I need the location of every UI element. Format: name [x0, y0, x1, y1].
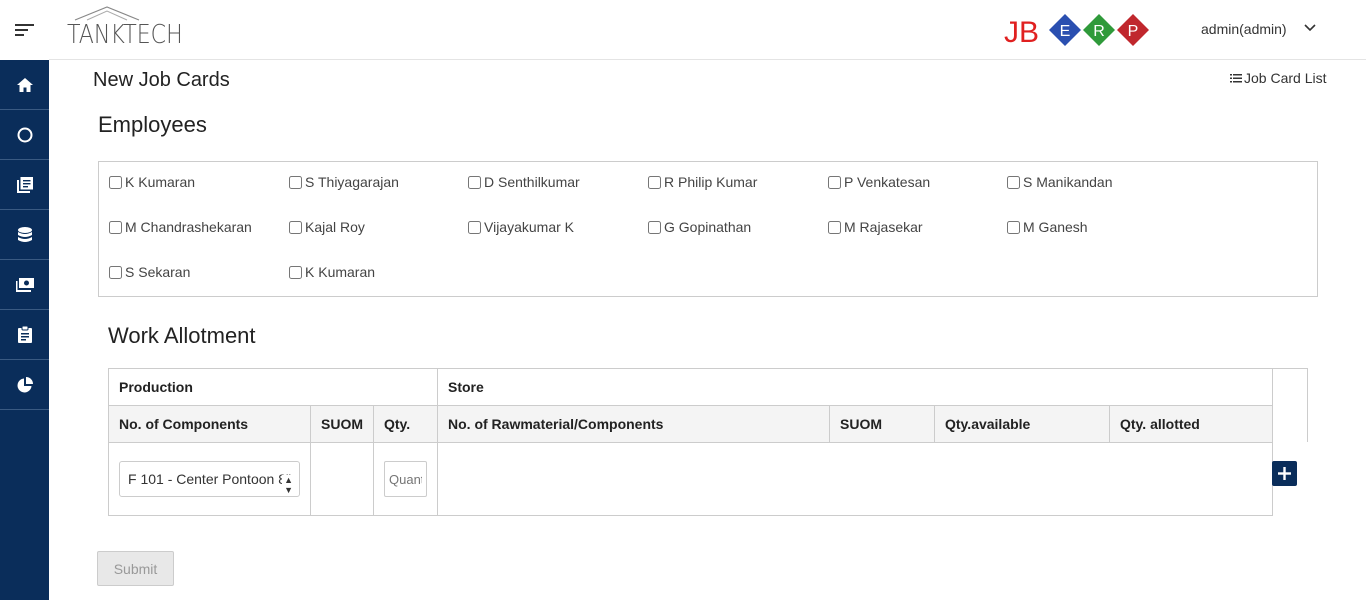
- book-icon: [16, 176, 33, 193]
- checkbox[interactable]: [109, 220, 122, 234]
- job-card-list-label: Job Card List: [1244, 70, 1327, 86]
- sidebar-item-books[interactable]: [0, 160, 49, 210]
- employee-checkbox[interactable]: S Thiyagarajan: [289, 174, 399, 190]
- work-allotment-table: Production Store No. of Components SUOM …: [108, 368, 1273, 516]
- home-icon: [16, 77, 33, 92]
- user-menu[interactable]: admin(admin): [1201, 21, 1287, 37]
- checkbox[interactable]: [648, 220, 661, 234]
- employees-title: Employees: [98, 112, 207, 137]
- employee-checkbox[interactable]: R Philip Kumar: [648, 174, 757, 190]
- checkbox[interactable]: [828, 220, 841, 234]
- employee-checkbox[interactable]: D Senthilkumar: [468, 174, 580, 190]
- sidebar-item-database[interactable]: [0, 210, 49, 260]
- database-icon: [17, 226, 32, 242]
- checkbox[interactable]: [468, 175, 481, 189]
- clipboard-icon: [17, 326, 32, 343]
- checkbox[interactable]: [289, 265, 302, 279]
- checkbox[interactable]: [648, 175, 661, 189]
- sidebar: [0, 0, 49, 600]
- gem-p: P: [1117, 14, 1149, 46]
- employee-checkbox[interactable]: M Rajasekar: [828, 219, 923, 235]
- menu-toggle-button[interactable]: [0, 0, 49, 60]
- plus-icon: [1278, 467, 1291, 480]
- gem-e: E: [1049, 14, 1081, 46]
- gem-r: R: [1083, 14, 1115, 46]
- sidebar-item-clipboard[interactable]: [0, 310, 49, 360]
- top-bar: TANKTECH JB E R P admin(admin): [49, 0, 1366, 60]
- component-cell: F 101 - Center Pontoon 8" ▲ ▼: [108, 442, 311, 516]
- employee-checkbox[interactable]: Kajal Roy: [289, 219, 365, 235]
- suom-cell: [310, 442, 374, 516]
- pie-chart-icon: [17, 376, 33, 392]
- table-row: F 101 - Center Pontoon 8" ▲ ▼: [108, 442, 1273, 516]
- employee-checkbox[interactable]: S Sekaran: [109, 264, 190, 280]
- table-extra-column: [1273, 368, 1308, 442]
- work-allotment-title: Work Allotment: [108, 323, 256, 348]
- sidebar-item-reports[interactable]: [0, 360, 49, 410]
- col-qty-available: Qty.available: [934, 405, 1110, 443]
- employee-checkbox[interactable]: P Venkatesan: [828, 174, 930, 190]
- chevron-down-icon[interactable]: [1304, 24, 1316, 32]
- page-title: New Job Cards: [93, 69, 230, 91]
- component-select[interactable]: F 101 - Center Pontoon 8" ▲ ▼: [119, 461, 300, 497]
- list-icon: [1230, 74, 1242, 83]
- employee-checkbox[interactable]: M Chandrashekaran: [109, 219, 252, 235]
- col-rawmaterial: No. of Rawmaterial/Components: [437, 405, 830, 443]
- hamburger-icon: [14, 24, 34, 36]
- jb-text: JB: [1004, 16, 1040, 49]
- checkbox[interactable]: [109, 175, 122, 189]
- checkbox[interactable]: [289, 175, 302, 189]
- employee-checkbox[interactable]: K Kumaran: [289, 264, 375, 280]
- checkbox[interactable]: [1007, 175, 1020, 189]
- sidebar-item-money[interactable]: [0, 260, 49, 310]
- sidebar-item-circle[interactable]: [0, 110, 49, 160]
- employee-checkbox[interactable]: M Ganesh: [1007, 219, 1088, 235]
- col-qty: Qty.: [373, 405, 438, 443]
- employee-checkbox[interactable]: Vijayakumar K: [468, 219, 574, 235]
- money-icon: [15, 277, 34, 292]
- col-suom: SUOM: [310, 405, 374, 443]
- store-cell: [437, 442, 1273, 516]
- svg-text:E: E: [1060, 23, 1071, 40]
- main-content: New Job Cards Job Card List Employees K …: [49, 60, 1366, 600]
- circle-icon: [17, 127, 32, 142]
- qty-cell: [373, 442, 438, 516]
- store-header: Store: [437, 368, 1273, 406]
- quantity-input[interactable]: [384, 461, 427, 497]
- checkbox[interactable]: [289, 220, 302, 234]
- employee-checkbox[interactable]: G Gopinathan: [648, 219, 751, 235]
- svg-text:P: P: [1128, 23, 1139, 40]
- submit-button[interactable]: Submit: [97, 551, 174, 586]
- col-qty-allotted: Qty. allotted: [1109, 405, 1273, 443]
- sidebar-item-home[interactable]: [0, 60, 49, 110]
- checkbox[interactable]: [109, 265, 122, 279]
- svg-text:R: R: [1093, 23, 1105, 40]
- col-components: No. of Components: [108, 405, 311, 443]
- checkbox[interactable]: [828, 175, 841, 189]
- checkbox[interactable]: [468, 220, 481, 234]
- production-header: Production: [108, 368, 438, 406]
- job-card-list-link[interactable]: Job Card List: [1230, 70, 1326, 86]
- tanktech-logo: TANKTECH: [67, 6, 183, 50]
- employee-checkbox[interactable]: K Kumaran: [109, 174, 195, 190]
- add-row-button[interactable]: [1272, 461, 1297, 486]
- employees-box: K Kumaran S Thiyagarajan D Senthilkumar …: [98, 161, 1318, 297]
- select-arrow-icon: ▲ ▼: [282, 475, 293, 495]
- employee-checkbox[interactable]: S Manikandan: [1007, 174, 1113, 190]
- logo-text: TANKTECH: [67, 20, 183, 50]
- checkbox[interactable]: [1007, 220, 1020, 234]
- col-store-suom: SUOM: [829, 405, 935, 443]
